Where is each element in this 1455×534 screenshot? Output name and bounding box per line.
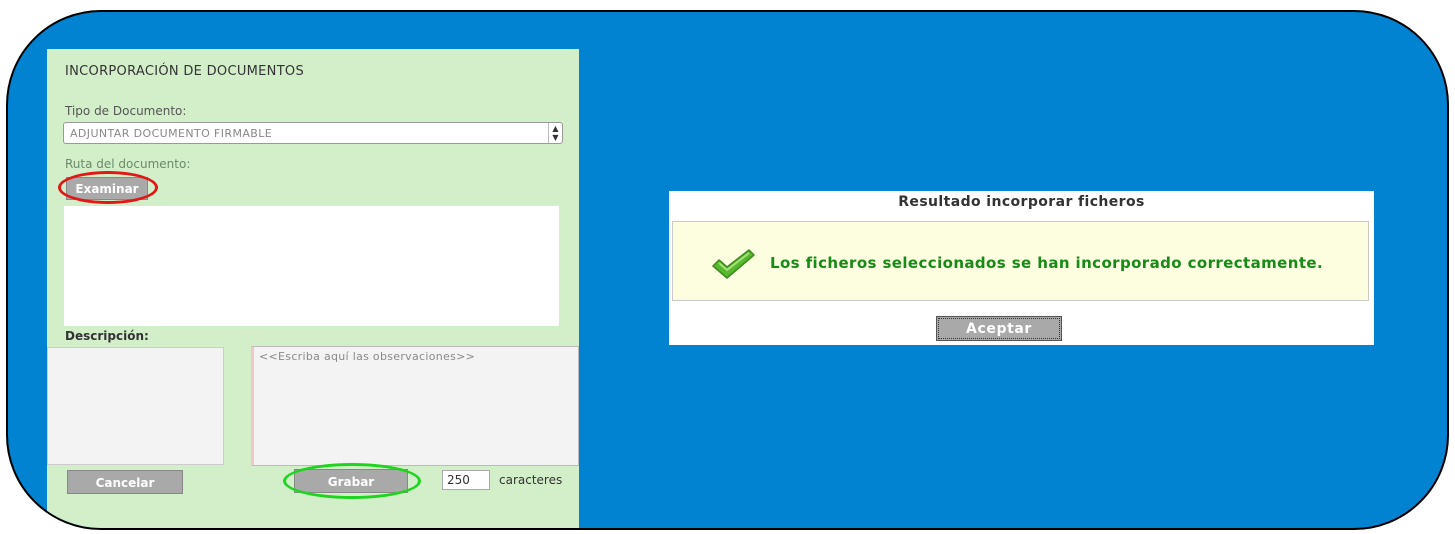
document-type-value: ADJUNTAR DOCUMENTO FIRMABLE <box>70 127 273 140</box>
cancel-button[interactable]: Cancelar <box>67 470 183 494</box>
file-list-area[interactable] <box>64 206 559 326</box>
checkmark-icon <box>712 249 755 279</box>
success-message-box: Los ficheros seleccionados se han incorp… <box>672 221 1369 301</box>
document-path-label: Ruta del documento: <box>65 157 191 171</box>
document-type-select[interactable]: ADJUNTAR DOCUMENTO FIRMABLE ▲ ▼ <box>63 122 563 144</box>
success-message: Los ficheros seleccionados se han incorp… <box>770 254 1324 272</box>
red-highlight-ellipse <box>58 171 158 204</box>
dialog-title: Resultado incorporar ficheros <box>898 194 1145 210</box>
observations-placeholder: <<Escriba aquí las observaciones>> <box>259 350 476 363</box>
char-count-label: caracteres <box>499 473 563 487</box>
description-textarea[interactable] <box>47 347 224 465</box>
description-label: Descripción: <box>65 329 149 343</box>
document-type-label: Tipo de Documento: <box>65 104 187 118</box>
char-count-field: 250 <box>442 470 490 490</box>
blue-rounded-frame: INCORPORACIÓN DE DOCUMENTOS Tipo de Docu… <box>6 10 1449 530</box>
result-dialog: Resultado incorporar ficheros Los ficher… <box>669 191 1374 345</box>
form-title: INCORPORACIÓN DE DOCUMENTOS <box>65 64 305 79</box>
green-highlight-ellipse <box>283 463 421 499</box>
observations-textarea[interactable]: <<Escriba aquí las observaciones>> <box>251 346 579 466</box>
accept-button[interactable]: Aceptar <box>936 316 1062 341</box>
document-upload-form: INCORPORACIÓN DE DOCUMENTOS Tipo de Docu… <box>47 49 579 528</box>
chevron-up-down-icon: ▲ ▼ <box>548 123 562 143</box>
